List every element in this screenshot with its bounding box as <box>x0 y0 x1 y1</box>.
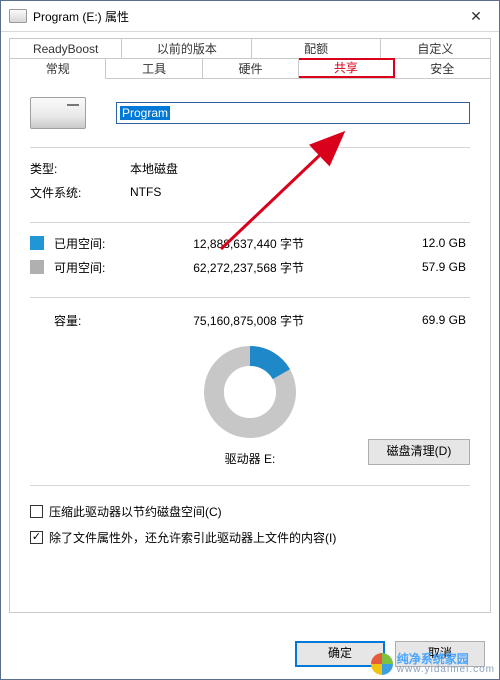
tab-security[interactable]: 安全 <box>395 58 491 79</box>
close-button[interactable]: ✕ <box>453 1 499 31</box>
tab-general[interactable]: 常规 <box>9 58 106 79</box>
index-checkbox[interactable]: ✓ <box>30 531 43 544</box>
free-color-swatch <box>30 260 44 274</box>
type-value: 本地磁盘 <box>130 160 178 177</box>
ok-button[interactable]: 确定 <box>295 641 385 667</box>
filesystem-label: 文件系统: <box>30 184 130 201</box>
tab-sharing[interactable]: 共享 <box>299 58 394 78</box>
capacity-bytes: 75,160,875,008 字节 <box>134 312 304 329</box>
disk-cleanup-button[interactable]: 磁盘清理(D) <box>368 439 470 465</box>
used-space-bytes: 12,888,637,440 字节 <box>134 235 304 252</box>
drive-large-icon <box>30 97 86 129</box>
free-space-bytes: 62,272,237,568 字节 <box>134 259 304 276</box>
tab-previous-versions[interactable]: 以前的版本 <box>122 38 252 59</box>
index-label: 除了文件属性外，还允许索引此驱动器上文件的内容(I) <box>49 529 336 546</box>
drive-icon <box>9 9 27 23</box>
drive-name-value: Program <box>120 106 170 120</box>
capacity-gb: 69.9 GB <box>304 313 470 327</box>
capacity-label: 容量: <box>54 312 134 329</box>
drive-name-input[interactable]: Program <box>116 102 470 124</box>
drive-letter-label: 驱动器 E: <box>225 450 276 467</box>
used-space-label: 已用空间: <box>54 235 134 252</box>
dialog-footer: 确定 取消 <box>295 641 485 667</box>
filesystem-value: NTFS <box>130 185 161 199</box>
titlebar: Program (E:) 属性 ✕ <box>1 1 499 32</box>
tab-row-1: ReadyBoost 以前的版本 配额 自定义 <box>9 38 491 59</box>
cancel-button[interactable]: 取消 <box>395 641 485 667</box>
tab-panel-general: Program 类型: 本地磁盘 文件系统: NTFS 已用空间: 12,888… <box>9 78 491 613</box>
usage-donut-chart <box>190 342 310 442</box>
used-space-gb: 12.0 GB <box>304 236 470 250</box>
compress-label: 压缩此驱动器以节约磁盘空间(C) <box>49 503 222 520</box>
tab-row-2: 常规 工具 硬件 共享 安全 <box>9 58 491 79</box>
type-label: 类型: <box>30 160 130 177</box>
tab-quota[interactable]: 配额 <box>252 38 380 59</box>
used-color-swatch <box>30 236 44 250</box>
tab-tools[interactable]: 工具 <box>106 58 202 79</box>
tab-readyboost[interactable]: ReadyBoost <box>9 38 122 59</box>
tab-custom[interactable]: 自定义 <box>381 38 491 59</box>
free-space-gb: 57.9 GB <box>304 260 470 274</box>
compress-checkbox[interactable] <box>30 505 43 518</box>
free-space-label: 可用空间: <box>54 259 134 276</box>
tab-hardware[interactable]: 硬件 <box>203 58 299 79</box>
window-title: Program (E:) 属性 <box>33 8 453 25</box>
